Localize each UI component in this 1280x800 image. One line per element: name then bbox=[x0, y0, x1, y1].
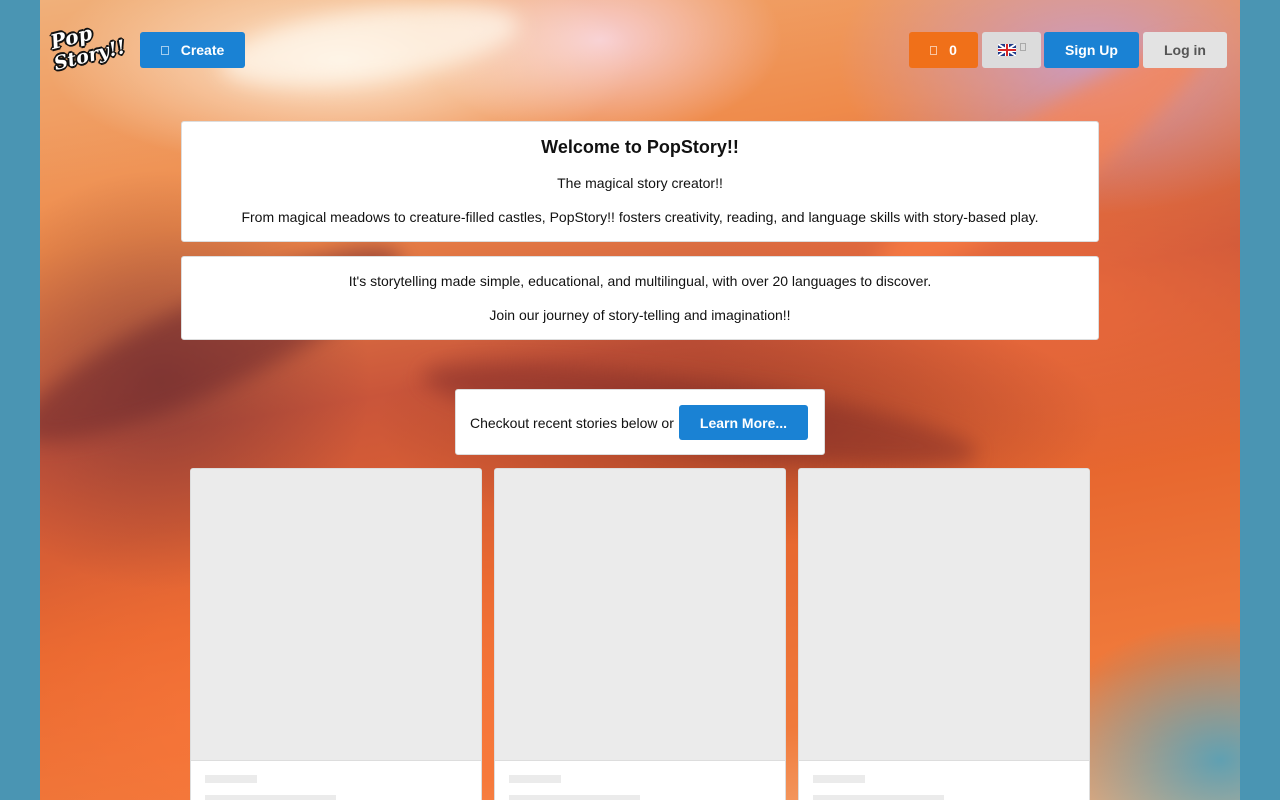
learn-more-button[interactable]: Learn More... bbox=[679, 405, 808, 440]
welcome-subtitle: The magical story creator!! bbox=[557, 175, 723, 191]
popstory-logo[interactable]: Pop Story!! bbox=[46, 13, 135, 86]
story-text-placeholder bbox=[205, 795, 336, 800]
story-title-placeholder bbox=[509, 775, 561, 783]
story-image-placeholder bbox=[495, 469, 785, 761]
story-title-placeholder bbox=[813, 775, 865, 783]
cta-text: Checkout recent stories below or bbox=[470, 415, 674, 431]
welcome-card: Welcome to PopStory!! The magical story … bbox=[181, 121, 1099, 242]
story-card-placeholder[interactable] bbox=[798, 468, 1090, 800]
welcome-title: Welcome to PopStory!! bbox=[541, 137, 739, 157]
signup-label: Sign Up bbox=[1065, 42, 1118, 58]
background-streak bbox=[40, 215, 420, 475]
coins-button[interactable]: 0 bbox=[909, 32, 978, 68]
chevron-down-icon bbox=[1019, 43, 1026, 51]
story-text-placeholder bbox=[813, 795, 944, 800]
about-line2: Join our journey of story-telling and im… bbox=[489, 307, 791, 323]
signup-button[interactable]: Sign Up bbox=[1044, 32, 1139, 68]
login-label: Log in bbox=[1164, 42, 1206, 58]
create-icon bbox=[160, 45, 169, 55]
login-button[interactable]: Log in bbox=[1143, 32, 1227, 68]
about-card: It's storytelling made simple, education… bbox=[181, 256, 1099, 340]
story-image-placeholder bbox=[799, 469, 1089, 761]
hero-background: Pop Story!! Create 0 Sign Up Log in Welc… bbox=[40, 0, 1240, 800]
background-streak bbox=[216, 0, 524, 101]
story-card-placeholder[interactable] bbox=[190, 468, 482, 800]
about-line1: It's storytelling made simple, education… bbox=[348, 273, 932, 289]
uk-flag-icon bbox=[997, 44, 1016, 56]
story-title-placeholder bbox=[205, 775, 257, 783]
create-label: Create bbox=[180, 42, 225, 58]
create-button[interactable]: Create bbox=[140, 32, 245, 68]
coin-icon bbox=[930, 45, 938, 55]
story-image-placeholder bbox=[191, 469, 481, 761]
story-text-placeholder bbox=[509, 795, 640, 800]
language-selector[interactable] bbox=[982, 32, 1041, 68]
story-card-placeholder[interactable] bbox=[494, 468, 786, 800]
cta-card: Checkout recent stories below or Learn M… bbox=[455, 389, 825, 455]
welcome-description: From magical meadows to creature-filled … bbox=[241, 209, 1039, 225]
coins-count: 0 bbox=[949, 42, 957, 58]
learn-more-label: Learn More... bbox=[699, 414, 788, 431]
